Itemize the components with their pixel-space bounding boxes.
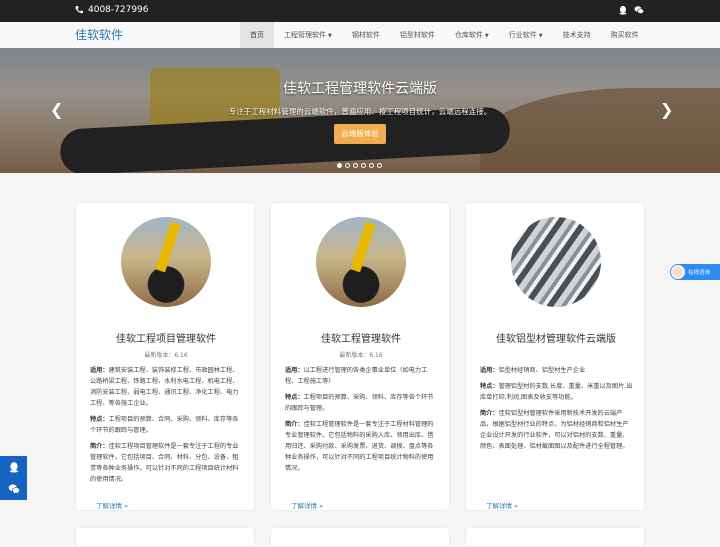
section-text: 管理铝型材的支数,长度、重量、米重以及图片,出库单打印,利润,图表及收支等功能。 — [480, 383, 633, 401]
wechat-icon — [8, 484, 20, 494]
product-version: 最新版本：6.16 — [144, 352, 188, 359]
product-section: 特点：工程项目的预算、采购、领料、库存等各个环节的跟踪与管理。 — [285, 392, 439, 414]
online-consult-button[interactable]: 在线咨询 — [670, 264, 720, 280]
product-section: 适用：以工程进行管理的各类企事业单位（如电力工程、工程施工等） — [285, 365, 439, 387]
nav-item-label: 购买软件 — [610, 31, 639, 39]
section-text: 建筑安装工程、装饰装修工程、市政园林工程、公路桥梁工程、铁路工程、水利水电工程、… — [90, 367, 239, 407]
main-nav: 首页 工程管理软件 ▼ 钢材软件 铝型材软件 仓库软件 ▼ 行业软件 ▼ 技术支持 购买软件 — [240, 22, 649, 48]
product-section: 适用：建筑安装工程、装饰装修工程、市政园林工程、公路桥梁工程、铁路工程、水利水电… — [90, 365, 244, 409]
section-label: 特点： — [480, 383, 499, 390]
hero-title: 佳软工程管理软件云端版 — [283, 81, 437, 97]
section-text: 以工程进行管理的各类企事业单位（如电力工程、工程施工等） — [285, 367, 428, 385]
product-section: 简介：佳软铝型材管理软件采用新技术开发的云端产品，根据铝型材行业的特点，为铝材经… — [480, 408, 634, 452]
nav-item-label: 首页 — [250, 31, 264, 39]
hero-subtitle: 专注于工程材料管理的云端软件，普遍应用、按工程项目统计，云端远程连接。 — [228, 107, 492, 116]
nav-item-2[interactable]: 钢材软件 — [342, 22, 390, 48]
learn-more-link[interactable]: 了解详情 » — [291, 500, 323, 510]
section-label: 适用： — [480, 367, 499, 374]
product-card: 佳软工程管理软件最新版本：6.16 适用：以工程进行管理的各类企事业单位（如电力工… — [270, 202, 450, 511]
learn-more-link[interactable]: 了解详情 » — [486, 500, 518, 510]
nav-item-5[interactable]: 行业软件 ▼ — [499, 22, 553, 48]
caret-down-icon: ▼ — [328, 33, 332, 39]
carousel-indicators — [337, 163, 382, 168]
section-label: 简介： — [285, 421, 304, 428]
product-card-row2 — [270, 527, 450, 547]
product-card: 佳软铝型材管理软件云端版适用：铝型材经销商、铝型材生产企业特点：管理铝型材的支数… — [465, 202, 645, 511]
section-text: 佳软工程项目管理软件是一套专注于工程的专业管理软件。它包括项目、合同、材料、分包… — [90, 443, 239, 483]
section-text: 工程项目的预算、合同、采购、领料、库存等各个环节的跟踪与管理。 — [90, 416, 239, 434]
nav-item-4[interactable]: 仓库软件 ▼ — [445, 22, 499, 48]
product-section: 特点：工程项目的预算、合同、采购、领料、库存等各个环节的跟踪与管理。 — [90, 414, 244, 436]
top-bar: 4008-727996 — [0, 0, 720, 22]
caret-down-icon: ▼ — [484, 33, 489, 39]
product-version: 最新版本：6.16 — [339, 352, 383, 359]
section-text: 铝型材经销商、铝型材生产企业 — [498, 367, 586, 374]
product-card: 佳软工程项目管理软件最新版本：6.16 适用：建筑安装工程、装饰装修工程、市政园林… — [75, 202, 255, 511]
section-label: 简介： — [480, 410, 499, 417]
carousel-dot[interactable] — [369, 163, 374, 168]
product-section: 适用：铝型材经销商、铝型材生产企业 — [480, 365, 634, 376]
product-image[interactable] — [511, 217, 601, 307]
section-label: 适用： — [90, 367, 109, 374]
section-text: 佳软工程管理软件是一套专注于工程材料管理的专业管理软件。它包括物料的采购入库、领… — [285, 421, 434, 472]
qq-side-button[interactable] — [0, 456, 27, 478]
section-label: 特点： — [90, 416, 109, 423]
product-section: 特点：管理铝型材的支数,长度、重量、米重以及图片,出库单打印,利润,图表及收支等… — [480, 381, 634, 403]
nav-item-3[interactable]: 铝型材软件 — [390, 22, 445, 48]
nav-item-0[interactable]: 首页 — [240, 22, 274, 48]
nav-item-label: 工程管理软件 — [284, 31, 326, 39]
nav-item-label: 行业软件 — [508, 31, 537, 39]
section-text: 佳软铝型材管理软件采用新技术开发的云端产品，根据铝型材行业的特点，为铝材经销商和… — [480, 410, 629, 450]
brand-logo[interactable]: 佳软软件 — [75, 26, 123, 43]
nav-item-6[interactable]: 技术支持 — [553, 22, 601, 48]
nav-item-1[interactable]: 工程管理软件 ▼ — [274, 22, 342, 48]
agent-avatar — [671, 265, 685, 279]
section-label: 适用： — [285, 367, 304, 374]
carousel-prev-icon[interactable]: ❮ — [50, 100, 63, 119]
carousel-dot[interactable] — [361, 163, 366, 168]
online-consult-label: 在线咨询 — [688, 270, 711, 276]
hero-cta-button[interactable]: 云端版体验 — [334, 124, 386, 144]
carousel-dot[interactable] — [337, 163, 342, 168]
product-description: 适用：建筑安装工程、装饰装修工程、市政园林工程、公路桥梁工程、铁路工程、水利水电… — [90, 365, 244, 490]
product-image[interactable] — [121, 217, 211, 307]
carousel-dot[interactable] — [353, 163, 358, 168]
navbar: 佳软软件 首页 工程管理软件 ▼ 钢材软件 铝型材软件 仓库软件 ▼ 行业软件 ▼ 技术支持 购买软… — [0, 22, 720, 49]
nav-item-7[interactable]: 购买软件 — [601, 22, 649, 48]
carousel-dot[interactable] — [377, 163, 382, 168]
product-description: 适用：以工程进行管理的各类企事业单位（如电力工程、工程施工等） 特点：工程项目的预… — [285, 365, 439, 479]
wechat-icon[interactable] — [634, 5, 644, 15]
section-text: 工程项目的预算、采购、领料、库存等各个环节的跟踪与管理。 — [285, 394, 434, 412]
product-description: 适用：铝型材经销商、铝型材生产企业特点：管理铝型材的支数,长度、重量、米重以及图… — [480, 365, 634, 457]
nav-item-label: 钢材软件 — [351, 31, 380, 39]
nav-item-label: 铝型材软件 — [399, 31, 435, 39]
wechat-side-button[interactable] — [0, 478, 27, 500]
qq-icon[interactable] — [618, 5, 628, 15]
phone-icon — [75, 6, 83, 14]
product-name[interactable]: 佳软铝型材管理软件云端版 — [466, 330, 646, 345]
product-card-row2 — [465, 527, 645, 547]
caret-down-icon: ▼ — [538, 33, 543, 39]
section-label: 简介： — [90, 443, 109, 450]
carousel-next-icon[interactable]: ❯ — [660, 100, 673, 119]
product-image[interactable] — [316, 217, 406, 307]
phone-contact: 4008-727996 — [74, 5, 149, 15]
learn-more-link[interactable]: 了解详情 » — [96, 500, 128, 510]
product-card-row2 — [75, 527, 255, 547]
carousel-dot[interactable] — [345, 163, 350, 168]
qq-icon — [9, 462, 18, 473]
product-name[interactable]: 佳软工程项目管理软件 — [76, 330, 256, 345]
nav-item-label: 技术支持 — [562, 31, 591, 39]
product-section: 简介：佳软工程管理软件是一套专注于工程材料管理的专业管理软件。它包括物料的采购入… — [285, 419, 439, 474]
product-name[interactable]: 佳软工程管理软件 — [271, 330, 451, 345]
section-label: 特点： — [285, 394, 304, 401]
product-section: 简介：佳软工程项目管理软件是一套专注于工程的专业管理软件。它包括项目、合同、材料… — [90, 441, 244, 485]
phone-number: 4008-727996 — [88, 5, 149, 15]
nav-item-label: 仓库软件 — [454, 31, 483, 39]
hero-carousel: 佳软工程管理软件云端版 专注于工程材料管理的云端软件，普遍应用、按工程项目统计，… — [0, 48, 720, 173]
